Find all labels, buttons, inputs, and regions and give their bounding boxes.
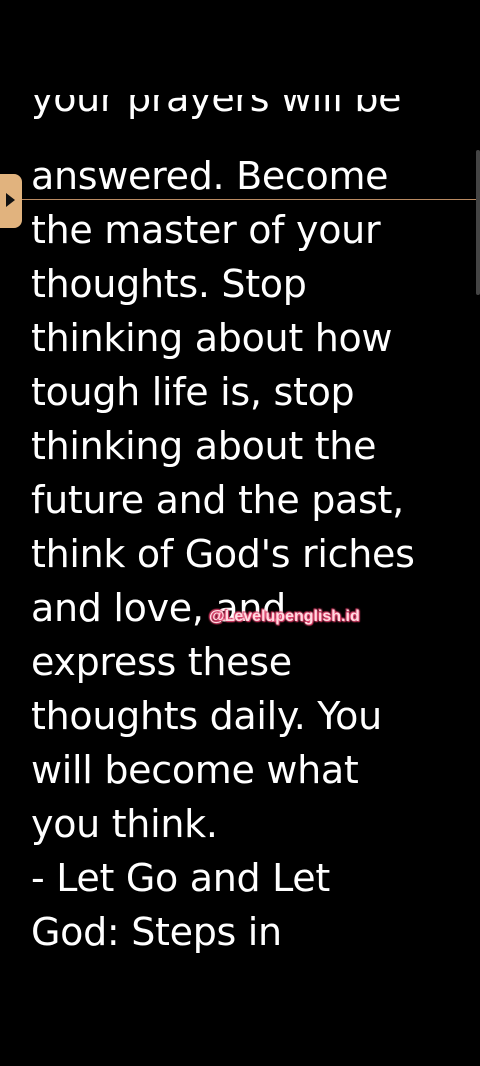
text-line: thinking about how — [31, 316, 393, 360]
text-line: tough life is, stop — [31, 370, 355, 414]
scrollbar[interactable] — [476, 150, 480, 295]
text-line: thoughts daily. You — [31, 694, 382, 738]
reading-guide-line — [22, 199, 480, 200]
text-line: future and the past, — [31, 478, 404, 522]
text-line: thoughts. Stop — [31, 262, 307, 306]
watermark: @Levelupenglish.id — [209, 608, 360, 625]
text-line: will become what — [31, 748, 359, 792]
text-line: thinking about the — [31, 424, 377, 468]
text-line: express these — [31, 640, 292, 684]
text-line: answered. Become — [31, 154, 389, 198]
text-line: you think. — [31, 802, 218, 846]
text-line: think of God's riches — [31, 532, 415, 576]
text-line: God: Steps in — [31, 910, 282, 954]
text-line: the master of your — [31, 208, 381, 252]
text-line: - Let Go and Let — [31, 856, 330, 900]
text-line-partial: your prayers will be — [31, 95, 402, 120]
page-tab-handle[interactable] — [0, 174, 22, 228]
play-triangle-icon — [6, 193, 15, 207]
quote-text: your prayers will be answered. Become th… — [31, 95, 471, 959]
reader-view[interactable]: your prayers will be answered. Become th… — [0, 0, 480, 1066]
